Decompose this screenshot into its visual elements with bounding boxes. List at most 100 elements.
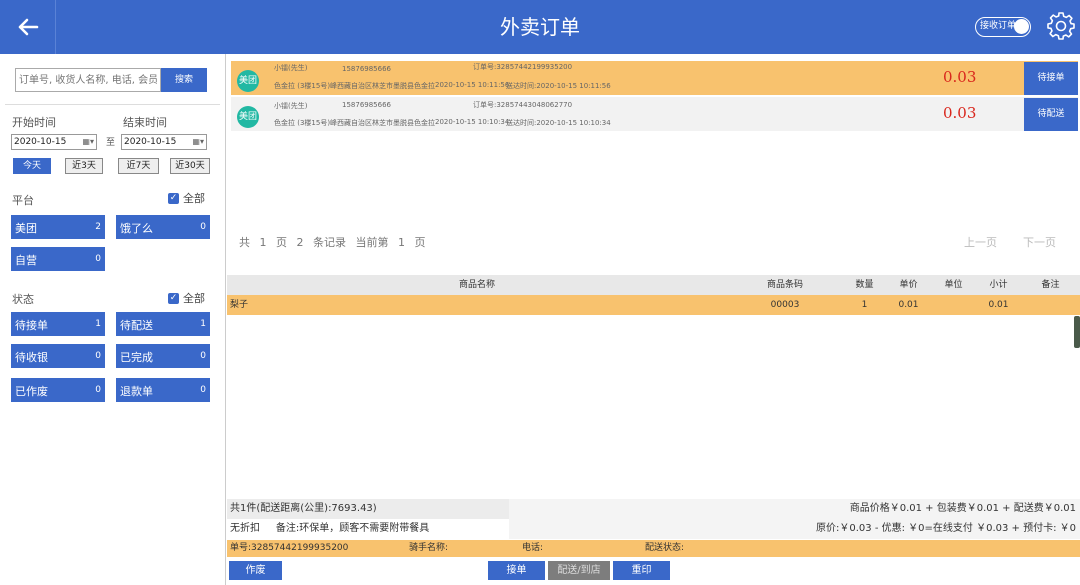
discount-note: 无折扣 备注:环保单，顾客不需要附带餐具	[230, 523, 430, 534]
order-row[interactable]: 美团 小镭(先生) 15876985666 订单号:32857443048062…	[231, 97, 1078, 131]
rider-name-label: 骑手名称:	[409, 543, 449, 553]
column-header: 备注	[1041, 280, 1060, 290]
tile-count: 0	[200, 222, 206, 232]
quick-today-button[interactable]: 今天	[13, 158, 51, 174]
tile-label: 已完成	[120, 351, 153, 364]
status-tile-pending-delivery[interactable]: 待配送 1	[116, 312, 210, 336]
footer-order-number: 单号:32857442199935200	[230, 543, 349, 553]
void-button[interactable]: 作废	[229, 561, 282, 580]
column-header: 小计	[989, 280, 1008, 290]
status-all-label: 全部	[183, 292, 205, 305]
summary-row-2: 无折扣 备注:环保单，顾客不需要附带餐具 原价:￥0.03 - 优惠: ￥0=在…	[227, 519, 1080, 539]
customer-name: 小镭(先生)	[274, 64, 308, 72]
platform-tile-self[interactable]: 自营 0	[11, 247, 105, 271]
deliver-button[interactable]: 配送/到店	[548, 561, 610, 580]
customer-phone: 15876985666	[342, 65, 391, 73]
status-tile-refund[interactable]: 退款单 0	[116, 378, 210, 402]
tile-label: 待接单	[15, 319, 48, 332]
item-code: 00003	[770, 300, 800, 310]
tile-count: 0	[200, 385, 206, 395]
tile-label: 待配送	[120, 319, 153, 332]
start-time-label: 开始时间	[12, 116, 56, 129]
tile-label: 退款单	[120, 385, 153, 398]
divider	[5, 104, 220, 105]
tile-count: 0	[95, 385, 101, 395]
delivery-time: 送达时间:2020-10-15 10:11:56	[506, 82, 611, 90]
receive-orders-toggle[interactable]: 接收订单	[975, 17, 1031, 37]
delivery-address: 色金拉 (3楼15号)峰西藏自治区林芝市墨脱县色金拉	[274, 119, 436, 127]
item-price: 0.01	[898, 300, 919, 310]
rider-phone-label: 电话:	[522, 543, 544, 553]
back-button[interactable]	[0, 0, 56, 54]
toggle-label: 接收订单	[980, 21, 1017, 31]
order-row[interactable]: 美团 小镭(先生) 15876985666 订单号:32857442199935…	[231, 61, 1078, 95]
platform-label: 平台	[12, 194, 34, 207]
platform-all-checkbox[interactable]: ✓ 全部	[168, 190, 205, 206]
gear-icon[interactable]	[1046, 11, 1076, 41]
delivery-info-bar: 单号:32857442199935200 骑手名称: 电话: 配送状态:	[227, 540, 1080, 557]
status-tile-pending-cashier[interactable]: 待收银 0	[11, 344, 105, 368]
page-title: 外卖订单	[500, 15, 580, 39]
next-page-button[interactable]: 下一页	[1023, 234, 1056, 250]
order-time: 2020-10-15 10:11:56	[435, 81, 510, 89]
check-icon: ✓	[168, 292, 179, 304]
platform-tile-meituan[interactable]: 美团 2	[11, 215, 105, 239]
order-action-button[interactable]: 待接单	[1024, 62, 1078, 95]
quick-3days-button[interactable]: 近3天	[65, 158, 103, 174]
end-time-label: 结束时间	[123, 116, 167, 129]
payment-breakdown: 原价:￥0.03 - 优惠: ￥0=在线支付 ￥0.03 + 预付卡: ￥0	[816, 523, 1076, 534]
prev-page-button[interactable]: 上一页	[964, 234, 997, 250]
accept-button[interactable]: 接单	[488, 561, 545, 580]
tile-label: 饿了么	[120, 222, 153, 235]
order-amount: 0.03	[943, 104, 977, 122]
search-button[interactable]: 搜索	[161, 68, 207, 92]
status-tile-pending-accept[interactable]: 待接单 1	[11, 312, 105, 336]
column-header: 商品名称	[458, 280, 495, 290]
customer-name: 小镭(先生)	[274, 102, 308, 110]
toggle-knob	[1014, 19, 1029, 34]
platform-all-label: 全部	[183, 192, 205, 205]
reprint-button[interactable]: 重印	[613, 561, 670, 580]
order-list: 美团 小镭(先生) 15876985666 订单号:32857442199935…	[227, 54, 1080, 275]
search-input[interactable]	[15, 68, 161, 92]
column-header: 单价	[899, 280, 918, 290]
pagination-info: 共 1 页 2 条记录 当前第 1 页	[239, 236, 426, 249]
date-range-separator: 至	[106, 138, 116, 148]
start-date-picker[interactable]: 2020-10-15 ▦▾	[11, 134, 97, 150]
calendar-icon: ▦▾	[192, 137, 204, 146]
order-action-button[interactable]: 待配送	[1024, 98, 1078, 131]
price-breakdown: 商品价格￥0.01 + 包装费￥0.01 + 配送费￥0.01	[849, 503, 1076, 514]
status-tile-voided[interactable]: 已作废 0	[11, 378, 105, 402]
tile-count: 2	[95, 222, 101, 232]
platform-tile-eleme[interactable]: 饿了么 0	[116, 215, 210, 239]
column-header: 数量	[855, 280, 874, 290]
status-tile-completed[interactable]: 已完成 0	[116, 344, 210, 368]
delivery-time: 送达时间:2020-10-15 10:10:34	[506, 119, 611, 127]
start-date-value: 2020-10-15	[14, 137, 67, 147]
item-name: 梨子	[230, 300, 249, 310]
column-header: 商品条码	[766, 280, 803, 290]
item-qty: 1	[861, 300, 868, 310]
calendar-icon: ▦▾	[82, 137, 94, 146]
check-icon: ✓	[168, 192, 179, 204]
item-subtotal: 0.01	[988, 300, 1009, 310]
filter-sidebar: 搜索 开始时间 结束时间 2020-10-15 ▦▾ 至 2020-10-15 ▦▾…	[0, 54, 226, 585]
tile-label: 待收银	[15, 351, 48, 364]
end-date-picker[interactable]: 2020-10-15 ▦▾	[121, 134, 207, 150]
order-number: 订单号:32857443048062770	[473, 101, 573, 109]
summary-row-1: 共1件(配送距离(公里):7693.43) 商品价格￥0.01 + 包装费￥0.…	[227, 499, 1080, 519]
status-all-checkbox[interactable]: ✓ 全部	[168, 290, 205, 306]
delivery-status-label: 配送状态:	[645, 543, 685, 553]
end-date-value: 2020-10-15	[124, 137, 177, 147]
tile-count: 0	[95, 351, 101, 361]
quick-30days-button[interactable]: 近30天	[170, 158, 210, 174]
column-header: 单位	[944, 280, 963, 290]
tile-count: 0	[95, 254, 101, 264]
quick-7days-button[interactable]: 近7天	[118, 158, 159, 174]
table-row[interactable]: 梨子 00003 1 0.01 0.01	[227, 295, 1080, 315]
delivery-address: 色金拉 (3楼15号)峰西藏自治区林芝市墨脱县色金拉	[274, 82, 436, 90]
item-unit	[931, 295, 976, 315]
tile-label: 已作废	[15, 385, 48, 398]
scrollbar-handle[interactable]	[1074, 316, 1080, 348]
order-amount: 0.03	[943, 68, 977, 86]
